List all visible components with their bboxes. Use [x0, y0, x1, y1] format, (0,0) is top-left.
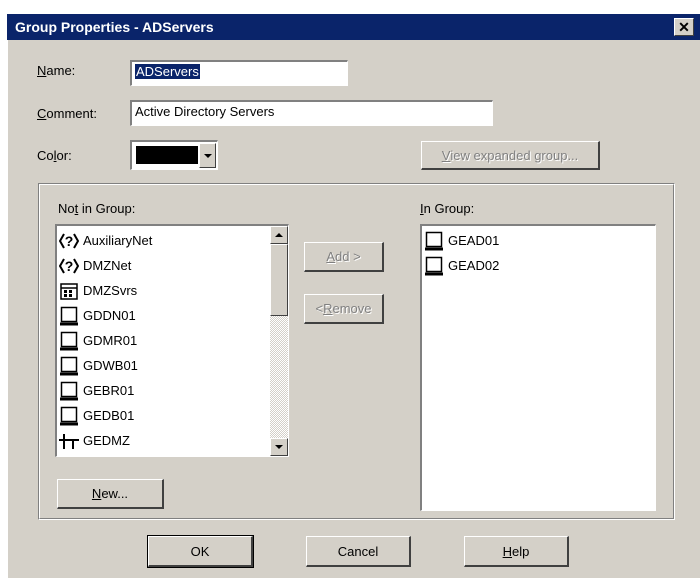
- list-item[interactable]: GDWB01: [57, 353, 270, 378]
- network-icon: [59, 431, 79, 451]
- list-item-label: DMZSvrs: [83, 283, 138, 298]
- close-button[interactable]: ✕: [674, 18, 694, 36]
- list-item[interactable]: GEAD02: [422, 253, 655, 278]
- scroll-thumb[interactable]: [270, 244, 288, 316]
- workstation-icon: [59, 331, 79, 351]
- list-item-label: GDWB01: [83, 358, 138, 373]
- workstation-icon: [424, 231, 444, 251]
- view-expanded-group-button[interactable]: View expanded group...: [421, 141, 600, 170]
- list-item[interactable]: GEAD01: [422, 228, 655, 253]
- list-item-label: GEDMZ: [83, 433, 130, 448]
- list-item-label: GDMR01: [83, 333, 138, 348]
- comment-field[interactable]: Active Directory Servers: [130, 100, 493, 126]
- color-dropdown[interactable]: [130, 140, 218, 170]
- address-range-icon: [59, 281, 79, 301]
- network-question-icon: ?: [59, 231, 79, 251]
- svg-text:?: ?: [65, 258, 74, 274]
- comment-label: Comment:: [37, 106, 97, 121]
- list-item-label: GEAD02: [448, 258, 500, 273]
- scroll-up-button[interactable]: [270, 226, 288, 244]
- cancel-button[interactable]: Cancel: [306, 536, 411, 567]
- workstation-icon: [59, 306, 79, 326]
- help-button[interactable]: Help: [464, 536, 569, 567]
- svg-text:?: ?: [65, 233, 74, 249]
- network-question-icon: ?: [59, 256, 79, 276]
- in-group-list[interactable]: GEAD01 GEAD02: [420, 224, 656, 511]
- scroll-down-icon: [275, 445, 283, 449]
- list-item[interactable]: DMZSvrs: [57, 278, 270, 303]
- list-item[interactable]: GEDMZ: [57, 428, 270, 453]
- workstation-icon: [59, 406, 79, 426]
- color-label: Color:: [37, 148, 72, 163]
- color-swatch: [136, 146, 198, 164]
- list-item-label: GEBR01: [83, 383, 135, 398]
- ok-label: OK: [190, 543, 210, 559]
- list-item[interactable]: ? AuxiliaryNet: [57, 228, 270, 253]
- list-item[interactable]: GEBR01: [57, 378, 270, 403]
- list-item[interactable]: GEDB01: [57, 403, 270, 428]
- new-button[interactable]: New...: [57, 479, 164, 509]
- comment-value: Active Directory Servers: [135, 104, 275, 119]
- not-in-group-scrollbar[interactable]: [270, 226, 288, 456]
- cancel-label: Cancel: [337, 543, 379, 559]
- list-item[interactable]: ? DMZNet: [57, 253, 270, 278]
- list-item[interactable]: GDMR01: [57, 328, 270, 353]
- scroll-down-button[interactable]: [270, 438, 288, 456]
- name-field[interactable]: ADServers: [130, 60, 348, 86]
- list-item[interactable]: GDDN01: [57, 303, 270, 328]
- workstation-icon: [59, 356, 79, 376]
- remove-button[interactable]: < Remove: [304, 294, 384, 324]
- window-title: Group Properties - ADServers: [15, 19, 214, 35]
- close-icon: ✕: [678, 19, 690, 35]
- list-item-label: GEDB01: [83, 408, 135, 423]
- list-item-label: AuxiliaryNet: [83, 233, 153, 248]
- scroll-up-icon: [275, 233, 283, 237]
- list-item-label: GDDN01: [83, 308, 136, 323]
- ok-button[interactable]: OK: [147, 535, 254, 568]
- not-in-group-label: Not in Group:: [58, 201, 136, 216]
- list-item-label: DMZNet: [83, 258, 132, 273]
- add-button[interactable]: Add >: [304, 242, 384, 272]
- workstation-icon: [59, 381, 79, 401]
- not-in-group-list[interactable]: ? AuxiliaryNet? DMZNet DMZSvrs GDDN01 GDMR01 G…: [55, 224, 289, 457]
- workstation-icon: [424, 256, 444, 276]
- list-item-label: GEAD01: [448, 233, 500, 248]
- color-dropdown-button[interactable]: [199, 143, 216, 168]
- chevron-down-icon: [203, 153, 212, 158]
- name-label: Name:: [37, 63, 76, 78]
- in-group-label: In Group:: [420, 201, 475, 216]
- name-value: ADServers: [135, 64, 200, 79]
- title-bar[interactable]: Group Properties - ADServers ✕: [7, 14, 700, 40]
